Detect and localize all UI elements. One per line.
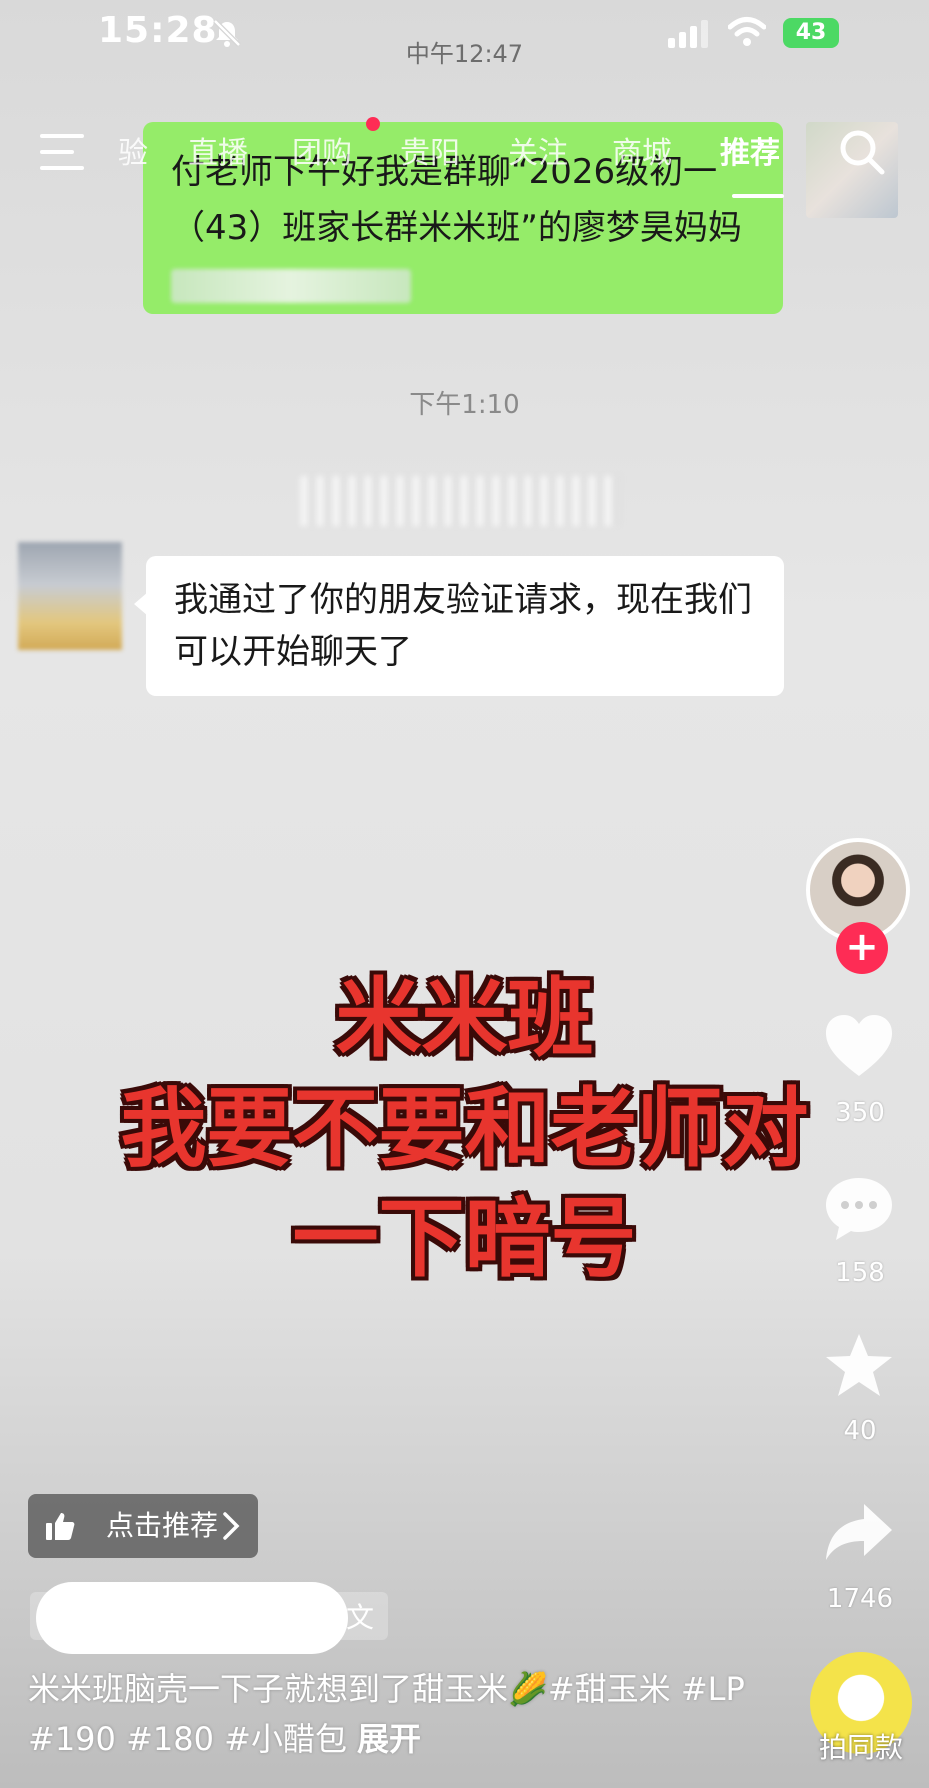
author-suffix: 文 [346,1601,375,1634]
share-count: 1746 [826,1584,894,1614]
overlay-line-2: 我要不要和老师对 [120,1079,809,1179]
menu-icon[interactable] [40,132,88,172]
signal-icon [668,20,708,48]
share-icon[interactable] [822,1496,896,1570]
tab-5[interactable]: 商城 [612,128,672,172]
tab-3[interactable]: 贵阳 [400,128,460,172]
tab-4[interactable]: 关注 [508,128,568,172]
tab-1[interactable]: 直播 [188,128,248,172]
tab-0[interactable]: 验 [118,128,148,172]
notification-dot [366,117,380,131]
plus-icon: + [845,924,879,970]
search-icon[interactable] [836,126,888,178]
star-icon[interactable] [822,1330,896,1404]
white-message-bubble: 我通过了你的朋友验证请求，现在我们可以开始聊天了 [146,556,784,696]
thumb-up-icon [46,1513,75,1540]
recommend-label: 点击推荐 [106,1509,219,1542]
overlay-line-3: 一下暗号 [292,1189,637,1289]
inner-timestamp-mid: 下午1:10 [409,390,520,420]
wifi-icon [728,17,766,46]
redacted-author-name [36,1582,348,1654]
redacted-strip [300,476,620,526]
comment-icon[interactable] [822,1172,896,1246]
overlay-line-1: 米米班 [335,969,594,1069]
same-style-label[interactable]: 拍同款 [796,1726,926,1766]
redacted-phone [171,268,411,303]
video-caption: 米米班脑壳一下子就想到了甜玉米🌽#甜玉米 #LP #190 #180 #小醋包展… [28,1664,788,1764]
like-count: 350 [835,1098,885,1128]
tab-6[interactable]: 推荐 [720,128,780,172]
expand-link[interactable]: 展开 [357,1720,421,1758]
comment-count: 158 [835,1258,885,1288]
teacher-avatar [18,542,122,650]
battery-indicator: 43 [783,18,839,48]
tab-2[interactable]: 团购 [292,128,352,172]
active-tab-underline [732,194,784,198]
favorite-count: 40 [843,1416,877,1446]
follow-button[interactable]: + [836,922,888,974]
chevron-right-icon [223,1512,240,1540]
white-message-text: 我通过了你的朋友验证请求，现在我们可以开始聊天了 [174,580,752,672]
heart-icon[interactable] [822,1010,896,1084]
